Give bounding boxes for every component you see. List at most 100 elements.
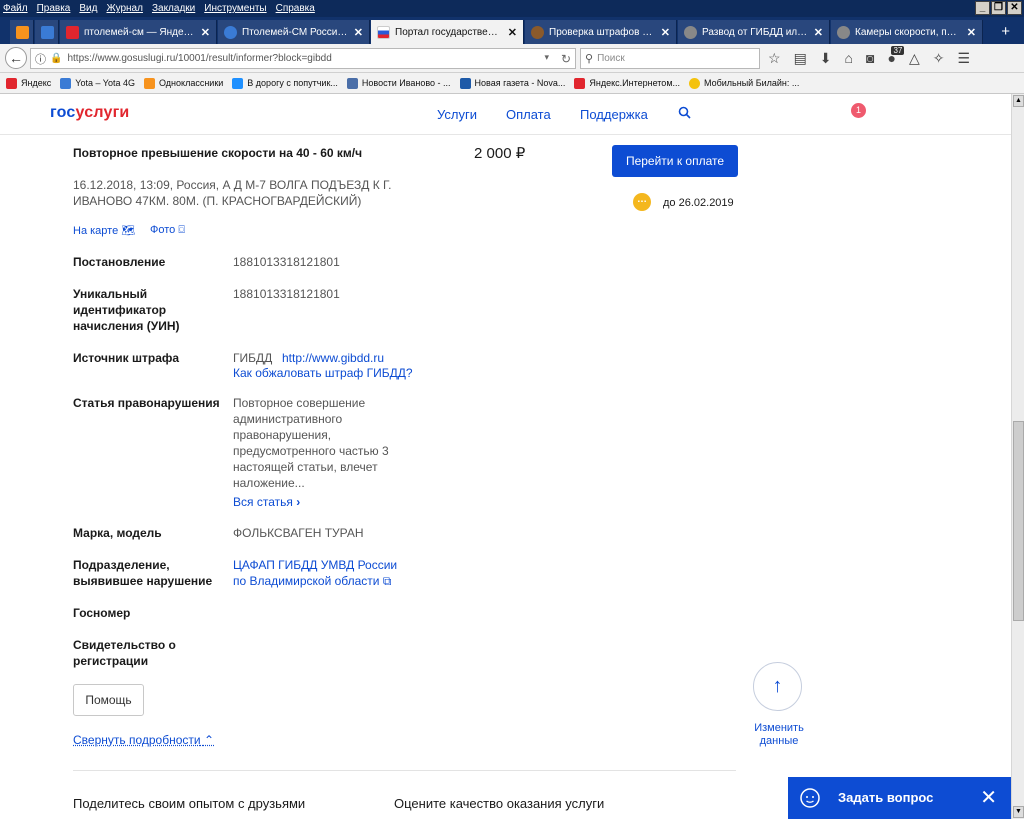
- globe-icon: [224, 25, 237, 39]
- photo-link[interactable]: Фото ⌼: [150, 224, 185, 237]
- change-data-link-1[interactable]: Изменить: [753, 722, 805, 734]
- download-icon[interactable]: ⬇: [820, 50, 832, 67]
- article-line: предусмотренного частью 3: [233, 444, 389, 458]
- unit-label-2: выявившее нарушение: [73, 574, 213, 588]
- share-heading: Поделитесь своим опытом с друзьями: [73, 796, 306, 811]
- uin-value: 1881013318121801: [233, 287, 340, 301]
- bookmark-item[interactable]: Яндекс: [6, 77, 51, 89]
- bookmark-item[interactable]: Мобильный Билайн: ...: [689, 77, 799, 89]
- arrow-up-icon[interactable]: ↑: [753, 662, 802, 711]
- close-window-button[interactable]: ✕: [1007, 1, 1022, 15]
- tab-pinned-1[interactable]: [10, 20, 34, 44]
- nav-payment[interactable]: Оплата: [506, 107, 551, 122]
- search-input[interactable]: ⚲ Поиск: [580, 48, 760, 69]
- bookmark-item[interactable]: Новости Иваново - ...: [346, 77, 451, 89]
- close-tab-icon[interactable]: ✕: [508, 26, 517, 39]
- close-icon[interactable]: ✕: [980, 785, 997, 810]
- uin-label-3: начисления (УИН): [73, 319, 180, 333]
- unit-link-line-1[interactable]: ЦАФАП ГИБДД УМВД России: [233, 558, 397, 572]
- appeal-link[interactable]: Как обжаловать штраф ГИБДД?: [233, 366, 413, 380]
- menu-edit[interactable]: Правка: [37, 3, 71, 14]
- full-article-link[interactable]: Вся статья ›: [233, 495, 300, 509]
- chevron-up-icon: ⌃: [203, 733, 214, 747]
- scroll-thumb[interactable]: [1013, 421, 1024, 621]
- back-arrow-icon[interactable]: ←: [5, 47, 27, 69]
- pocket-icon[interactable]: ◙: [866, 50, 874, 67]
- rate-heading: Оцените качество оказания услуги: [394, 796, 605, 811]
- pay-button[interactable]: Перейти к оплате: [612, 145, 738, 177]
- close-tab-icon[interactable]: ✕: [661, 26, 670, 39]
- notification-badge[interactable]: 1: [851, 103, 866, 118]
- tab-gosuslugi[interactable]: Портал государственны...✕: [371, 20, 524, 44]
- tab-razvod[interactable]: Развод от ГИБДД или п... ✕: [678, 20, 830, 44]
- decree-label: Постановление: [73, 255, 166, 269]
- menu-view[interactable]: Вид: [79, 3, 97, 14]
- ask-question-label: Задать вопрос: [838, 790, 934, 805]
- bookmark-item[interactable]: Yota – Yota 4G: [60, 77, 135, 89]
- close-tab-icon[interactable]: ✕: [814, 26, 823, 39]
- tab-yandex-search[interactable]: птолемей-см — Яндекс: ... ✕: [60, 20, 217, 44]
- fine-location-line-2: ИВАНОВО 47КМ. 80М. (П. КРАСНОГВАРДЕЙСКИЙ…: [73, 194, 362, 208]
- help-button[interactable]: Помощь: [73, 684, 144, 716]
- page-scrollbar[interactable]: ▲ ▼: [1011, 94, 1024, 819]
- bookmark-item[interactable]: Новая газета - Nova...: [459, 77, 565, 89]
- tab-pinned-2[interactable]: [35, 20, 59, 44]
- gosuslugi-logo[interactable]: госуслуги: [50, 104, 129, 122]
- ask-question-widget[interactable]: Задать вопрос ✕: [788, 777, 1011, 819]
- map-link[interactable]: На карте 🗺︎: [73, 224, 135, 237]
- clock-icon: …: [633, 193, 651, 211]
- sync-icon[interactable]: ✧: [933, 50, 945, 67]
- article-line: наложение...: [233, 476, 305, 490]
- info-icon[interactable]: ⓘ: [35, 51, 46, 67]
- close-tab-icon[interactable]: ✕: [354, 26, 363, 39]
- camera-icon: ⌼: [178, 224, 185, 236]
- car-label: Марка, модель: [73, 526, 162, 540]
- lock-warning-icon[interactable]: 🔒: [50, 53, 62, 64]
- menu-bar: Файл Правка Вид Журнал Закладки Инструме…: [0, 0, 1024, 17]
- source-link[interactable]: http://www.gibdd.ru: [282, 351, 384, 365]
- article-label: Статья правонарушения: [73, 396, 220, 410]
- bookmark-item[interactable]: Яндекс.Интернетом...: [574, 77, 680, 89]
- decree-value: 1881013318121801: [233, 255, 340, 269]
- tab-fine-check[interactable]: Проверка штрафов ГИБ...✕: [525, 20, 677, 44]
- yandex-icon: [6, 77, 17, 89]
- drive-icon[interactable]: △: [909, 50, 920, 67]
- address-bar[interactable]: ⓘ 🔒 https://www.gosuslugi.ru/10001/resul…: [30, 48, 576, 69]
- yota-icon: [60, 77, 72, 89]
- close-tab-icon[interactable]: ✕: [201, 26, 210, 39]
- addon-icon[interactable]: ● 37: [887, 46, 905, 67]
- close-tab-icon[interactable]: ✕: [967, 26, 976, 39]
- scroll-down-icon[interactable]: ▼: [1013, 806, 1024, 818]
- bookmark-item[interactable]: В дорогу с попутчик...: [232, 77, 338, 89]
- tab-cameras[interactable]: Камеры скорости, полос...✕: [831, 20, 983, 44]
- menu-bookmarks[interactable]: Закладки: [152, 3, 195, 14]
- unit-link-line-2[interactable]: по Владимирской области ⧉: [233, 574, 391, 589]
- hamburger-menu-icon[interactable]: ☰: [957, 50, 970, 67]
- reload-icon[interactable]: ↻: [561, 52, 571, 66]
- maximize-button[interactable]: ❐: [991, 1, 1006, 15]
- bookmark-star-icon[interactable]: ☆: [768, 50, 781, 67]
- site-header: госуслуги Услуги Оплата Поддержка 1: [0, 94, 1011, 135]
- new-tab-icon[interactable]: +: [1001, 23, 1010, 40]
- yandex-icon: [66, 25, 79, 39]
- home-icon[interactable]: ⌂: [845, 50, 853, 67]
- menu-tools[interactable]: Инструменты: [204, 3, 266, 14]
- nav-services[interactable]: Услуги: [437, 107, 477, 122]
- change-data-link-2[interactable]: данные: [753, 735, 805, 747]
- menu-file[interactable]: Файл: [3, 3, 28, 14]
- search-icon: ⚲: [585, 53, 594, 65]
- collapse-details-link[interactable]: Свернуть подробности ⌃: [73, 733, 214, 747]
- search-icon[interactable]: [678, 106, 691, 119]
- yandex-icon: [574, 77, 586, 89]
- dropdown-icon[interactable]: ▾: [544, 52, 549, 63]
- reader-list-icon[interactable]: ▤: [794, 50, 807, 67]
- url-text: https://www.gosuslugi.ru/10001/result/in…: [67, 53, 332, 64]
- menu-history[interactable]: Журнал: [106, 3, 143, 14]
- tab-ptolemey[interactable]: Птолемей-СМ Россия Вл...✕: [218, 20, 370, 44]
- minimize-button[interactable]: _: [975, 1, 990, 15]
- bookmark-item[interactable]: Одноклассники: [144, 77, 223, 89]
- article-line: Повторное совершение: [233, 396, 366, 410]
- nav-support[interactable]: Поддержка: [580, 107, 648, 122]
- scroll-up-icon[interactable]: ▲: [1013, 95, 1024, 107]
- menu-help[interactable]: Справка: [276, 3, 315, 14]
